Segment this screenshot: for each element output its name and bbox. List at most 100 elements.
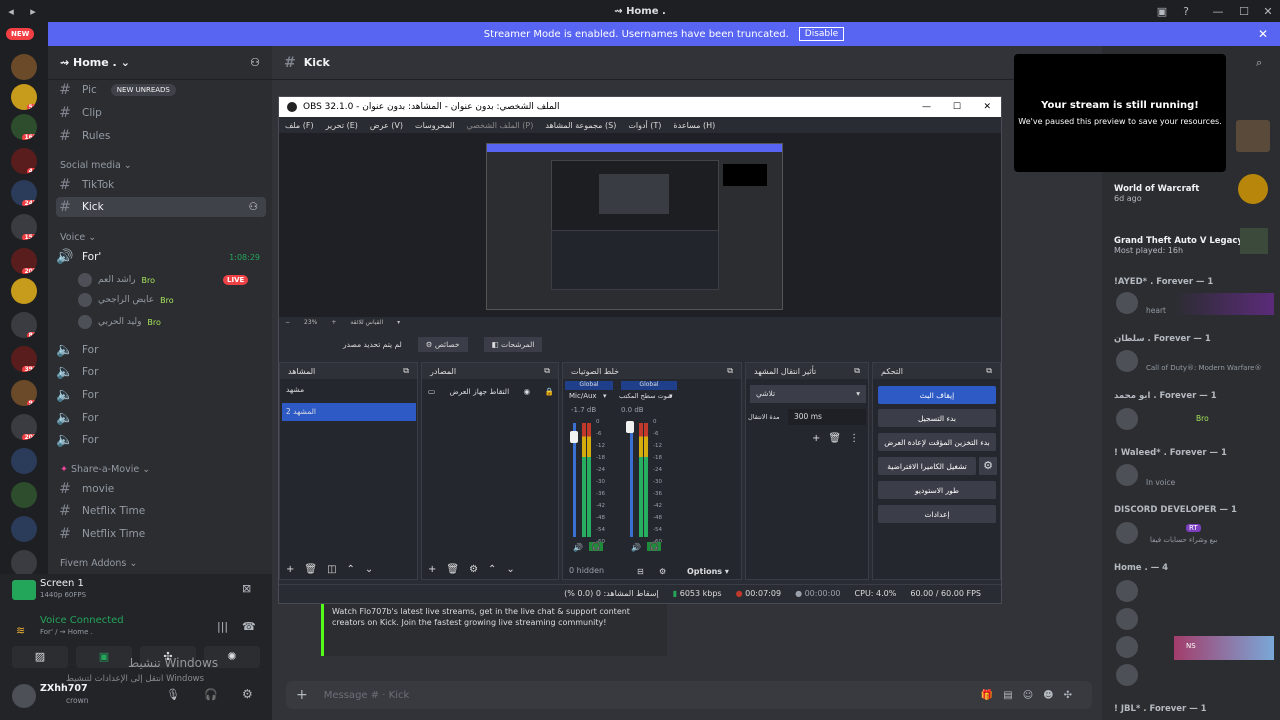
voice-channel[interactable]: 🔈 For — [56, 385, 266, 405]
voice-channel[interactable]: 🔈 For — [56, 340, 266, 360]
server-icon[interactable] — [11, 482, 37, 508]
avatar[interactable] — [1116, 522, 1138, 544]
virtual-camera-button[interactable]: تشغيل الكاميرا الافتراضية — [878, 457, 976, 475]
avatar[interactable] — [1116, 464, 1138, 486]
channel-movie[interactable]: # movie — [56, 479, 266, 499]
channel-clip[interactable]: # Clip — [56, 103, 266, 123]
voice-channel[interactable]: 🔈 For — [56, 408, 266, 428]
settings-gear-icon[interactable]: ⚙ — [242, 687, 253, 701]
back-arrow-icon[interactable]: ◂ — [0, 0, 22, 22]
studio-mode-button[interactable]: طور الاستوديو — [878, 481, 996, 499]
volume-fader-knob[interactable] — [570, 431, 578, 443]
minimize-icon[interactable]: — — [1204, 0, 1232, 22]
server-icon[interactable] — [11, 516, 37, 542]
options-button[interactable]: Options ▾ — [687, 567, 729, 576]
channel-netflix[interactable]: # Netflix Time — [56, 501, 266, 521]
avatar[interactable] — [1116, 408, 1138, 430]
channel-netflix[interactable]: # Netflix Time — [56, 524, 266, 544]
channel-menu-icon[interactable]: ▾ — [603, 392, 607, 400]
voice-user[interactable]: عايض الراجحي Bro — [78, 291, 174, 309]
menu-file[interactable]: ملف (F) — [285, 121, 314, 130]
server-icon[interactable]: 44 — [11, 148, 37, 174]
message-input[interactable]: + Message # · Kick 🎁▤☺☻✣ — [286, 681, 1092, 709]
monitor-headphones-icon[interactable]: 🎧 — [647, 542, 661, 551]
minimize-icon[interactable]: — — [922, 102, 931, 112]
avatar[interactable] — [1116, 608, 1138, 630]
disconnect-icon[interactable]: ☎ — [242, 620, 256, 633]
server-icon[interactable]: 247 — [11, 180, 37, 206]
lock-icon[interactable]: 🔒 — [545, 387, 554, 396]
voice-user[interactable]: راشد العم Bro — [78, 271, 155, 289]
channel-menu-icon[interactable]: ▾ — [669, 392, 673, 400]
add-member-icon[interactable]: ⚇ — [249, 201, 258, 213]
server-icon[interactable]: 96 — [11, 380, 37, 406]
filters-button[interactable]: ◧ المرشحات — [483, 336, 543, 352]
server-icon[interactable] — [11, 448, 37, 474]
undock-icon[interactable]: ⧉ — [986, 366, 992, 376]
menu-tools[interactable]: أدوات (T) — [628, 121, 661, 130]
volume-fader-track[interactable] — [630, 423, 633, 537]
virtual-camera-settings-icon[interactable]: ⚙ — [979, 457, 997, 475]
add-member-icon[interactable]: ⚇ — [250, 56, 260, 69]
menu-profile[interactable]: الملف الشخصي (P) — [466, 121, 533, 130]
source-toolbar[interactable]: +🗑⚙⌃⌄ — [428, 564, 525, 575]
avatar[interactable] — [1116, 636, 1138, 658]
server-icon[interactable] — [11, 550, 37, 576]
channel-rules[interactable]: # Rules — [56, 126, 266, 146]
duration-input[interactable]: 300 ms — [788, 409, 866, 425]
mixer-settings-icon[interactable]: ⚙ — [659, 567, 666, 576]
voice-user[interactable]: وليد الحربي Bro — [78, 313, 161, 331]
scale-dropdown-icon[interactable]: ▾ — [397, 319, 400, 326]
properties-button[interactable]: ⚙ خصائص — [417, 336, 468, 352]
camera-button[interactable]: ▨ — [12, 646, 68, 668]
scene-toolbar[interactable]: +🗑◫⌃⌄ — [286, 564, 383, 575]
voice-channel[interactable]: 🔈 For — [56, 430, 266, 450]
mic-icon[interactable]: 🎙 — [166, 688, 180, 701]
menu-edit[interactable]: تحرير (E) — [326, 121, 358, 130]
menu-docks[interactable]: المحروسات — [415, 121, 454, 130]
close-icon[interactable]: ✕ — [983, 102, 991, 112]
new-unreads-pill[interactable]: NEW UNREADS — [110, 84, 176, 96]
menu-scene-collection[interactable]: مجموعة المشاهد (S) — [545, 121, 616, 130]
speaker-icon[interactable]: 🔊 — [573, 543, 583, 552]
stop-screen-icon[interactable]: ⊠ — [242, 582, 251, 595]
layout-toggle-icon[interactable]: ⊟ — [637, 567, 644, 576]
server-icon[interactable]: 154 — [11, 214, 37, 240]
transition-select[interactable]: تلاشي ▾ — [750, 385, 866, 403]
server-icon[interactable]: 163 — [11, 114, 37, 140]
scene-item-selected[interactable]: المشهد 2 — [282, 403, 416, 421]
zoom-in-icon[interactable]: + — [331, 319, 336, 326]
noise-icon[interactable]: ||| — [217, 620, 228, 633]
server-icon[interactable]: 207 — [11, 248, 37, 274]
undock-icon[interactable]: ⧉ — [544, 366, 550, 376]
undock-icon[interactable]: ⧉ — [854, 366, 860, 376]
category-voice[interactable]: Voice ⌄ — [60, 232, 96, 243]
maximize-icon[interactable]: ☐ — [953, 102, 961, 112]
search-icon[interactable]: ⌕ — [1256, 56, 1262, 70]
voice-channel-for[interactable]: 🔊 For' 1:08:29 — [56, 247, 266, 267]
add-attachment-icon[interactable]: + — [296, 687, 308, 703]
guild-header[interactable]: ⇝ Home . ⌄ ⚇ — [48, 46, 272, 80]
composer-icons[interactable]: 🎁▤☺☻✣ — [981, 690, 1082, 701]
category-share[interactable]: ✦ Share-a-Movie ⌄ — [60, 464, 150, 475]
menu-view[interactable]: عرض (V) — [370, 121, 403, 130]
replay-buffer-button[interactable]: بدء التخزين المؤقت لإعادة العرض — [878, 433, 996, 451]
headphones-icon[interactable]: 🎧 — [204, 688, 218, 701]
avatar[interactable] — [12, 684, 36, 708]
avatar[interactable] — [1116, 664, 1138, 686]
avatar[interactable] — [1116, 292, 1138, 314]
channel-pic[interactable]: # Pic NEW UNREADS — [56, 80, 266, 100]
monitor-headphones-icon[interactable]: 🎧 — [589, 542, 603, 551]
channel-tiktok[interactable]: # TikTok — [56, 175, 266, 195]
transition-toolbar[interactable]: +🗑⋮ — [812, 433, 867, 444]
server-icon[interactable] — [11, 278, 37, 304]
screen-share-button[interactable]: ▣ — [76, 646, 132, 668]
voice-channel[interactable]: 🔈 For — [56, 362, 266, 382]
settings-button[interactable]: إعدادات — [878, 505, 996, 523]
server-icon[interactable]: 80 — [11, 312, 37, 338]
category-fivem[interactable]: Fivem Addons ⌄ — [60, 558, 137, 569]
help-icon[interactable]: ? — [1172, 0, 1200, 22]
source-item[interactable]: ▭ التقاط جهاز العرض ◉ 🔒 — [428, 383, 554, 399]
start-recording-button[interactable]: بدء التسجيل — [878, 409, 996, 427]
visibility-icon[interactable]: ◉ — [524, 387, 531, 396]
